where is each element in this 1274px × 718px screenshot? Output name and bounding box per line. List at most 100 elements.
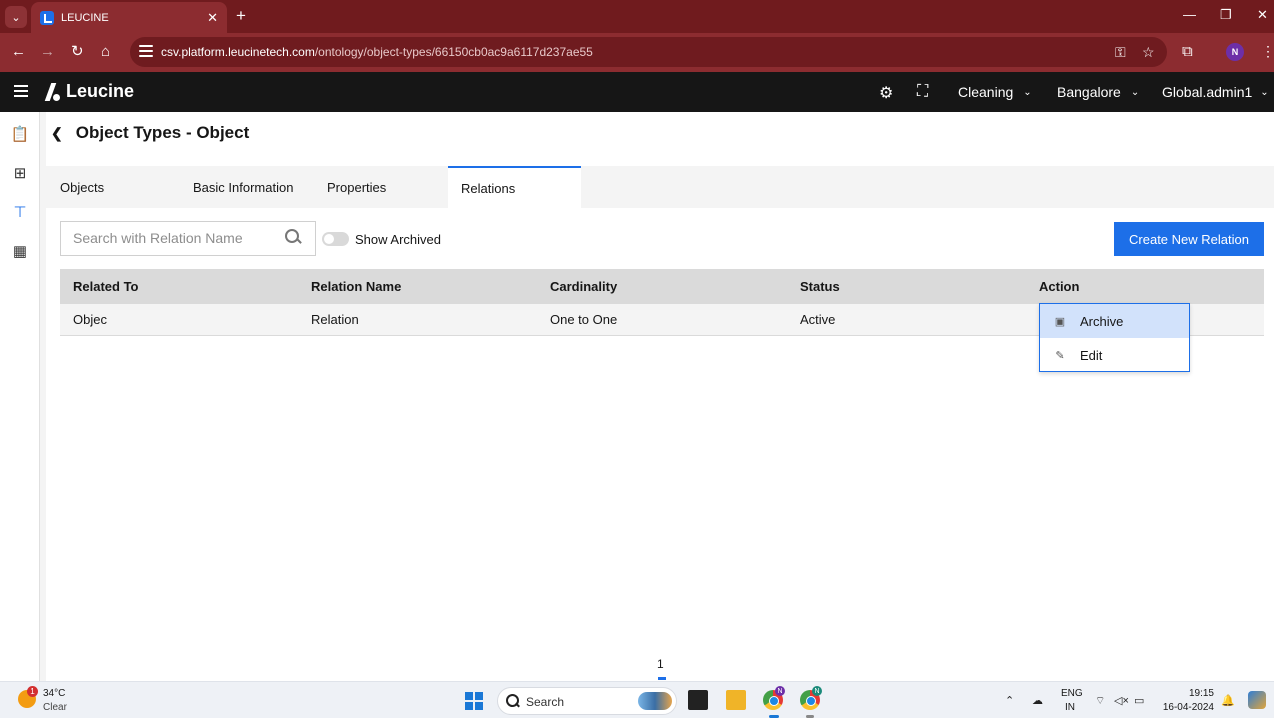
extensions-puzzle-icon[interactable]: ⧉ [1182, 43, 1193, 60]
cell-relation-name: Relation [311, 312, 359, 327]
close-tab-icon[interactable]: ✕ [207, 10, 218, 26]
taskbar-search[interactable]: Search [497, 687, 677, 715]
browser-menu-icon[interactable]: ⋮ [1261, 43, 1274, 60]
minimize-icon[interactable]: — [1183, 7, 1196, 22]
tab-relations-label: Relations [461, 180, 516, 196]
url-field[interactable]: csv.platform.leucinetech.com/ontology/ob… [130, 37, 1167, 67]
column-header-status: Status [800, 279, 840, 294]
back-chevron-icon[interactable]: ❮ [51, 125, 63, 142]
tab-properties[interactable]: Properties [327, 166, 437, 208]
windows-start-icon[interactable] [465, 692, 483, 710]
tab-basic-information[interactable]: Basic Information [193, 166, 323, 208]
leucine-logo-icon [42, 82, 60, 102]
page-title: ❮ Object Types - Object [51, 123, 249, 143]
search-box [60, 221, 316, 256]
leucine-favicon-icon [40, 10, 54, 25]
column-header-related-to: Related To [73, 279, 139, 294]
browser-tab[interactable]: LEUCINE ✕ [31, 2, 227, 33]
wifi-icon[interactable]: ⌔ [1095, 694, 1105, 708]
hamburger-menu-icon[interactable] [14, 85, 28, 100]
taskbar-date[interactable]: 16-04-2024 [1162, 702, 1214, 713]
close-window-icon[interactable]: ✕ [1257, 7, 1268, 23]
show-archived-label: Show Archived [355, 232, 441, 247]
tab-objects[interactable]: Objects [60, 166, 180, 208]
hierarchy-nodes-icon[interactable]: ⊞ [10, 163, 30, 183]
column-header-relation-name: Relation Name [311, 279, 402, 294]
taskbar-time[interactable]: 19:15 [1162, 688, 1214, 699]
row-action-menu: ▣ Archive ✎ Edit [1039, 303, 1190, 372]
menu-item-edit[interactable]: ✎ Edit [1040, 338, 1189, 372]
site-settings-icon[interactable] [139, 45, 153, 59]
pagination-page-number[interactable]: 1 [657, 657, 664, 671]
profile-avatar[interactable]: N [1226, 43, 1244, 61]
create-new-relation-button[interactable]: Create New Relation [1114, 222, 1264, 256]
notification-bell-icon[interactable]: 🔔 [1221, 694, 1235, 707]
home-icon[interactable]: ⌂ [101, 43, 110, 61]
speaker-muted-icon[interactable]: ◁× [1114, 694, 1129, 707]
page-title-text: Object Types - Object [75, 123, 250, 142]
menu-item-archive[interactable]: ▣ Archive [1040, 304, 1189, 338]
weather-description: Clear [43, 702, 67, 713]
reload-icon[interactable]: ↻ [71, 43, 84, 61]
browser-tab-title: LEUCINE [61, 11, 109, 24]
user-dropdown[interactable]: Global.admin1 ⌄ [1162, 84, 1269, 100]
cell-related-to: Objec [73, 312, 107, 327]
tab-search-chevron-icon[interactable]: ⌄ [5, 6, 27, 28]
show-archived-toggle[interactable] [322, 232, 349, 246]
language-region: IN [1065, 702, 1075, 713]
chevron-down-icon: ⌄ [1023, 86, 1032, 98]
table-header: Related To Relation Name Cardinality Sta… [60, 269, 1264, 304]
search-icon[interactable] [285, 229, 299, 243]
bookmark-star-icon[interactable]: ☆ [1142, 44, 1155, 61]
column-header-cardinality: Cardinality [550, 279, 618, 294]
brand-logo[interactable]: Leucine [42, 81, 134, 102]
tray-chevron-up-icon[interactable]: ⌃ [1005, 694, 1014, 707]
chrome-profile-badge: N [775, 686, 785, 696]
url-host: csv.platform.leucinetech.com [161, 45, 315, 59]
pencil-icon: ✎ [1055, 349, 1065, 362]
settings-gear-icon[interactable]: ⚙ [879, 83, 893, 103]
copilot-icon[interactable] [1248, 691, 1266, 709]
facility-dropdown-label: Cleaning [958, 84, 1014, 100]
user-dropdown-label: Global.admin1 [1162, 84, 1253, 100]
scan-icon[interactable]: ⛶ [917, 83, 928, 101]
restore-icon[interactable]: ❐ [1220, 7, 1232, 23]
app-header: Leucine ⚙ ⛶ Cleaning ⌄ Bangalore ⌄ Global.… [0, 72, 1274, 112]
cell-cardinality: One to One [550, 312, 618, 327]
chevron-down-icon: ⌄ [1130, 86, 1140, 98]
back-arrow-icon[interactable]: ← [11, 43, 26, 61]
page-tabs: Objects Basic Information Properties Rel… [46, 166, 1274, 208]
clipboard-checklist-icon[interactable]: 📋 [10, 124, 30, 144]
site-dropdown-label: Bangalore [1057, 84, 1121, 100]
tab-relations[interactable]: Relations [448, 166, 581, 208]
search-icon [506, 694, 520, 708]
task-view-icon[interactable] [688, 690, 708, 710]
file-explorer-icon[interactable] [726, 690, 746, 710]
tab-basic-information-label: Basic Information [193, 179, 294, 195]
pagination-active-indicator [658, 677, 666, 680]
password-key-icon[interactable]: ⚿ [1115, 44, 1126, 61]
onedrive-cloud-icon[interactable]: ☁ [1032, 694, 1043, 707]
browser-tab-bar: ⌄ LEUCINE ✕ + — ❐ ✕ [0, 0, 1274, 33]
url-path: /ontology/object-types/66150cb0ac9a6117d… [314, 45, 593, 59]
archive-icon: ▣ [1054, 315, 1066, 328]
browser-address-bar: ← → ↻ ⌂ csv.platform.leucinetech.com/ont… [0, 33, 1274, 72]
tab-objects-label: Objects [60, 179, 105, 195]
url-text[interactable]: csv.platform.leucinetech.com/ontology/ob… [161, 45, 593, 59]
search-highlight-art-icon [638, 692, 672, 710]
column-header-action: Action [1039, 279, 1080, 294]
brand-name: Leucine [66, 81, 135, 101]
tab-properties-label: Properties [327, 179, 387, 195]
forward-arrow-icon[interactable]: → [40, 43, 55, 61]
battery-icon[interactable]: ▭ [1134, 694, 1144, 707]
weather-temperature: 34°C [43, 688, 66, 699]
facility-dropdown[interactable]: Cleaning ⌄ [958, 84, 1032, 100]
new-tab-icon[interactable]: + [236, 7, 246, 24]
calculator-icon[interactable]: ▦ [10, 241, 30, 261]
search-input[interactable] [73, 230, 273, 246]
ontology-tree-icon[interactable]: ⊤ [10, 202, 30, 222]
menu-item-archive-label: Archive [1080, 313, 1124, 329]
language-indicator[interactable]: ENG [1061, 688, 1083, 699]
cell-status: Active [800, 312, 836, 327]
site-dropdown[interactable]: Bangalore ⌄ [1057, 84, 1139, 100]
